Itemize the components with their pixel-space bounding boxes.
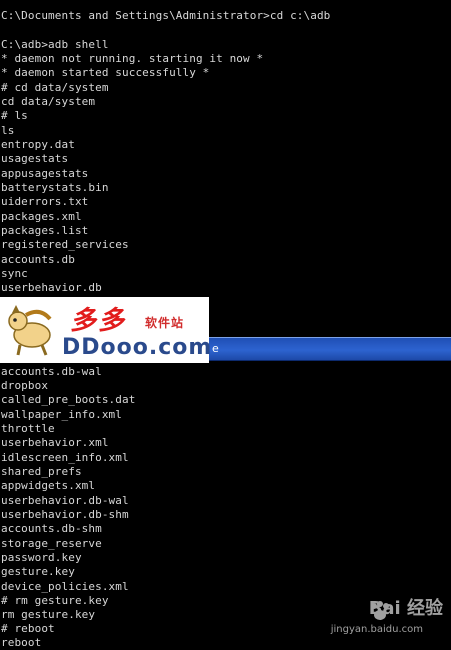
console-line: password.key — [1, 551, 82, 564]
console-line: batterystats.bin — [1, 181, 109, 194]
console-line: rm gesture.key — [1, 608, 96, 621]
console-line: usagestats — [1, 152, 69, 165]
baidu-jingyan-logo: Bai 经验 — [368, 598, 443, 619]
console-line: reboot — [1, 636, 42, 649]
console-line: packages.xml — [1, 210, 82, 223]
console-line: accounts.db — [1, 253, 75, 266]
watermark-logo-cn-sub: 软件站 — [145, 316, 185, 330]
console-line: # cd data/system — [1, 81, 109, 94]
console-line: appwidgets.xml — [1, 479, 96, 492]
console-line: C:\adb>adb shell — [1, 38, 109, 51]
console-line: throttle — [1, 422, 55, 435]
console-line: appusagestats — [1, 167, 89, 180]
console-line: accounts.db-wal — [1, 365, 102, 378]
titlebar-text: e — [212, 342, 219, 355]
horse-mascot-icon — [8, 305, 52, 356]
console-line: # ls — [1, 109, 28, 122]
console-line: gesture.key — [1, 565, 75, 578]
console-line: wallpaper_info.xml — [1, 408, 123, 421]
console-line: * daemon started successfully * — [1, 66, 210, 79]
watermark-logo-en: DDooo.com — [62, 335, 213, 360]
console-line: userbehavior.db-shm — [1, 508, 129, 521]
console-line: entropy.dat — [1, 138, 75, 151]
console-line: uiderrors.txt — [1, 195, 89, 208]
console-line: userbehavior.db-wal — [1, 494, 129, 507]
console-line: accounts.db-shm — [1, 522, 102, 535]
console-line: packages.list — [1, 224, 89, 237]
console-line: # reboot — [1, 622, 55, 635]
console-line: registered_services — [1, 238, 129, 251]
console-line: idlescreen_info.xml — [1, 451, 129, 464]
baidu-jingyan-url: jingyan.baidu.com — [330, 624, 423, 635]
console-line: userbehavior.db — [1, 281, 102, 294]
console-line: storage_reserve — [1, 537, 102, 550]
console-line: dropbox — [1, 379, 49, 392]
console-line: sync — [1, 267, 28, 280]
console-line: ls — [1, 124, 15, 137]
console-line: device_policies.xml — [1, 580, 129, 593]
console-line: # rm gesture.key — [1, 594, 109, 607]
watermark-logo-cn: 多多 — [70, 306, 127, 336]
ddooo-watermark: 多多 软件站 DDooo.com — [0, 297, 213, 363]
console-line: * daemon not running. starting it now * — [1, 52, 264, 65]
console-line: userbehavior.xml — [1, 436, 109, 449]
console-line: shared_prefs — [1, 465, 82, 478]
console-line: cd data/system — [1, 95, 96, 108]
console-line: C:\Documents and Settings\Administrator>… — [1, 9, 331, 22]
console-line: called_pre_boots.dat — [1, 393, 136, 406]
